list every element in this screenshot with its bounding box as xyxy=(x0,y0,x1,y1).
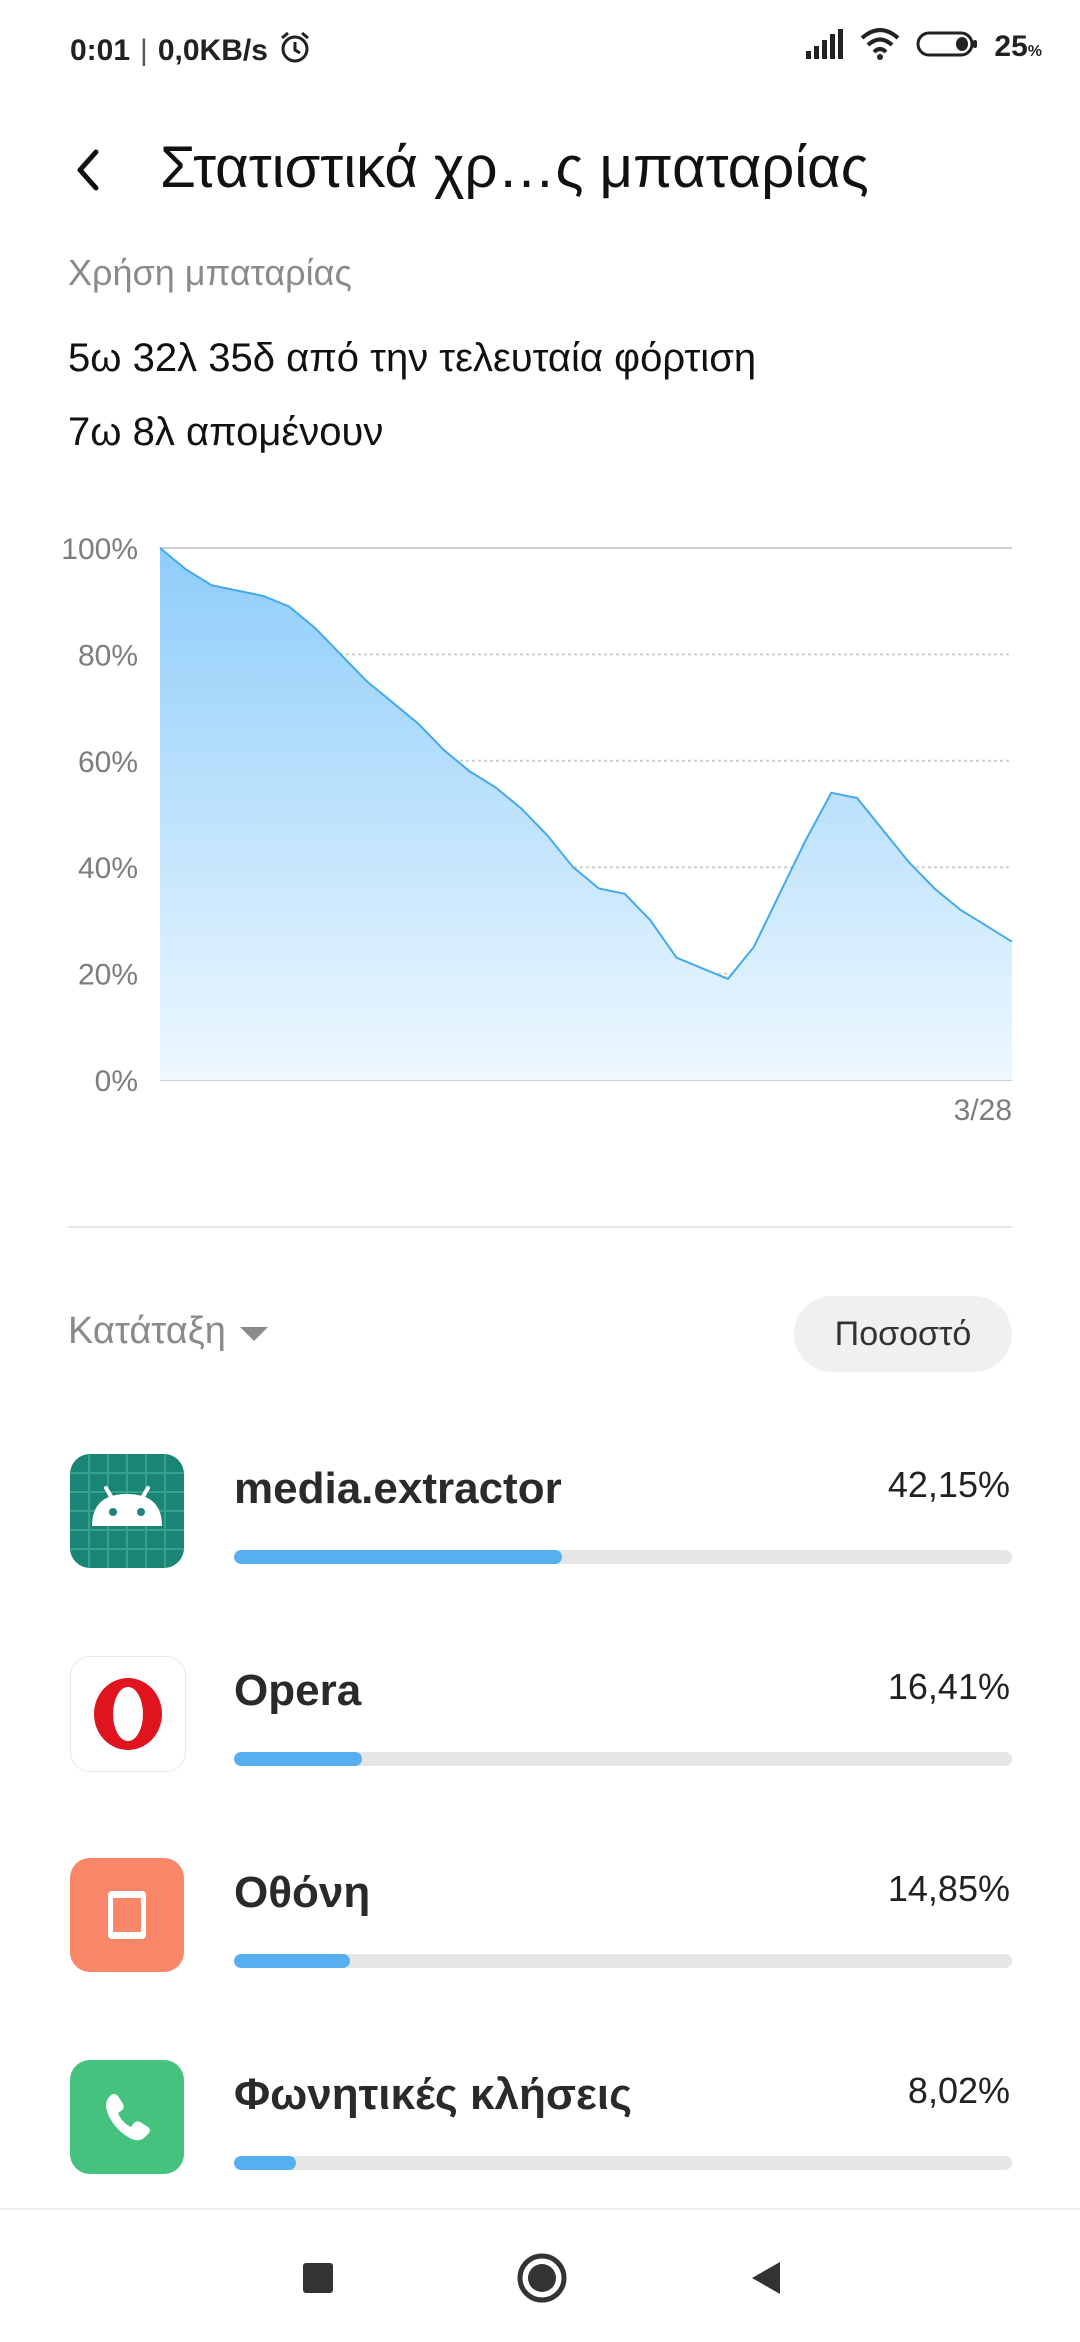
recents-button[interactable] xyxy=(288,2248,348,2308)
screen-icon xyxy=(70,1858,184,1972)
status-right: 25% xyxy=(804,28,1042,65)
header: Στατιστικά χρ…ς μπαταρίας xyxy=(0,120,1080,220)
phone-icon xyxy=(70,2060,184,2174)
home-icon xyxy=(517,2253,567,2303)
android-icon xyxy=(70,1454,184,1568)
network-speed: 0,0KB/s xyxy=(157,34,268,67)
usage-bar xyxy=(234,1954,1012,1968)
app-percent: 16,41% xyxy=(887,1666,1010,1707)
alarm-icon xyxy=(278,30,312,72)
app-percent: 8,02% xyxy=(907,2070,1010,2111)
opera-icon xyxy=(70,1656,186,1772)
app-row-media-extractor[interactable]: media.extractor 42,15% xyxy=(0,1454,1080,1654)
usage-bar-fill xyxy=(234,2156,297,2170)
usage-bar xyxy=(234,2156,1012,2170)
back-button[interactable] xyxy=(60,140,120,200)
app-row-screen[interactable]: Οθόνη 14,85% xyxy=(0,1858,1080,2058)
section-divider xyxy=(68,1226,1012,1228)
status-separator: | xyxy=(140,34,148,67)
wifi-icon xyxy=(860,28,900,65)
app-row-opera[interactable]: Opera 16,41% xyxy=(0,1656,1080,1856)
chart-y-tick-label: 40% xyxy=(78,852,138,885)
chart-y-tick-label: 20% xyxy=(78,959,138,992)
section-subtitle: Χρήση μπαταρίας xyxy=(68,252,352,293)
battery-percent-value: 25 xyxy=(994,29,1028,63)
time-remaining: 7ω 8λ απομένουν xyxy=(68,410,384,454)
home-button[interactable] xyxy=(512,2248,572,2308)
usage-bar-fill xyxy=(234,1954,350,1968)
recents-icon xyxy=(303,2263,333,2293)
percentage-button[interactable]: Ποσοστό xyxy=(794,1296,1012,1372)
navigation-bar xyxy=(0,2208,1080,2342)
usage-bar xyxy=(234,1752,1012,1766)
chart-y-tick-label: 0% xyxy=(95,1065,138,1098)
app-name: media.extractor xyxy=(234,1464,562,1513)
app-percent: 42,15% xyxy=(887,1464,1010,1505)
battery-percent-unit: % xyxy=(1027,42,1042,60)
back-arrow-icon xyxy=(77,149,99,191)
battery-icon xyxy=(916,29,978,64)
chart-area-fill xyxy=(160,548,1012,1080)
battery-percent: 25% xyxy=(994,30,1042,64)
status-bar: 0:01 | 0,0KB/s 25% xyxy=(0,0,1080,100)
chart-y-tick-label: 80% xyxy=(78,639,138,672)
chart-y-tick-label: 60% xyxy=(78,746,138,779)
usage-bar xyxy=(234,1550,1012,1564)
back-nav-icon xyxy=(752,2262,780,2294)
sort-label: Κατάταξη xyxy=(68,1310,226,1352)
signal-icon xyxy=(804,29,844,64)
usage-bar-fill xyxy=(234,1550,562,1564)
caret-down-icon xyxy=(239,1326,268,1341)
usage-bar-fill xyxy=(234,1752,362,1766)
battery-chart-svg: 100% 80% 60% 40% 20% 0% 3/28 xyxy=(61,533,1013,1127)
status-time: 0:01 xyxy=(70,34,131,67)
app-percent: 14,85% xyxy=(887,1868,1010,1909)
back-nav-button[interactable] xyxy=(736,2248,796,2308)
time-since-charge: 5ω 32λ 35δ από την τελευταία φόρτιση xyxy=(68,336,757,380)
app-name: Οθόνη xyxy=(234,1868,371,1917)
app-name: Opera xyxy=(234,1666,362,1715)
chart-x-end-label: 3/28 xyxy=(954,1094,1012,1127)
app-name: Φωνητικές κλήσεις xyxy=(234,2070,632,2119)
page-title: Στατιστικά χρ…ς μπαταρίας xyxy=(160,135,869,200)
chart-y-tick-label: 100% xyxy=(61,533,138,566)
sort-dropdown[interactable]: Κατάταξη xyxy=(68,1310,268,1353)
battery-chart: 100% 80% 60% 40% 20% 0% 3/28 xyxy=(0,510,1080,1150)
status-left: 0:01 | 0,0KB/s xyxy=(70,30,312,72)
